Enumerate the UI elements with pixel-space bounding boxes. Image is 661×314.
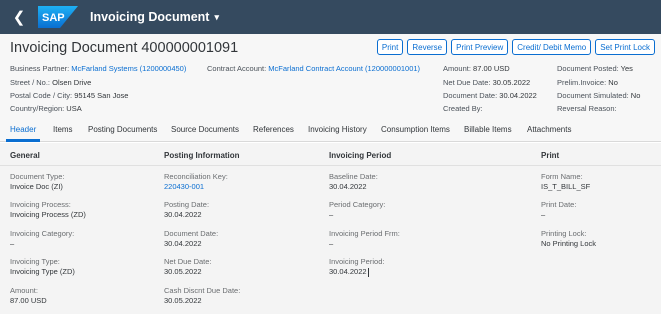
baseline-date-label: Baseline Date: xyxy=(329,172,378,181)
business-partner-attr: Business Partner: McFarland Systems (120… xyxy=(10,64,187,73)
country-attr: Country/Region: USA xyxy=(10,104,82,113)
section-title-period: Invoicing Period xyxy=(329,151,392,160)
document-type-label: Document Type: xyxy=(10,172,65,181)
business-partner-link[interactable]: McFarland Systems (1200000450) xyxy=(71,64,186,73)
invoicing-type-value: Invoicing Type (ZD) xyxy=(10,267,75,276)
amount-value: 87.00 USD xyxy=(10,296,47,305)
section-title-general: General xyxy=(10,151,40,160)
prelim-invoice-attr: Prelim.Invoice: No xyxy=(557,78,618,87)
cash-discount-due-date-value: 30.05.2022 xyxy=(164,296,202,305)
tab-posting-documents[interactable]: Posting Documents xyxy=(88,125,157,134)
net-due-date-label: Net Due Date: xyxy=(164,257,212,266)
app-title-menu[interactable]: Invoicing Document ▾ xyxy=(90,10,219,24)
print-button[interactable]: Print xyxy=(376,39,404,55)
section-title-print: Print xyxy=(541,151,560,160)
header-tab-content: General Posting Information Invoicing Pe… xyxy=(0,143,661,314)
reverse-button[interactable]: Reverse xyxy=(407,39,448,55)
created-by-attr: Created By: xyxy=(443,104,483,113)
reconciliation-key-label: Reconciliation Key: xyxy=(164,172,228,181)
active-tab-indicator xyxy=(6,139,40,142)
invoicing-category-value: – xyxy=(10,239,15,248)
set-print-lock-button[interactable]: Set Print Lock xyxy=(595,39,655,55)
header-actions: Print Reverse Print Preview Credit/ Debi… xyxy=(376,39,655,55)
text-cursor xyxy=(367,267,369,277)
tab-bar: Header Items Posting Documents Source Do… xyxy=(0,120,661,142)
document-posted-attr: Document Posted: Yes xyxy=(557,64,633,73)
period-category-label: Period Category: xyxy=(329,200,386,209)
net-due-date-attr: Net Due Date: 30.05.2022 xyxy=(443,78,531,87)
document-type-value: Invoice Doc (ZI) xyxy=(10,182,63,191)
printing-lock-value: No Printing Lock xyxy=(541,239,597,248)
svg-text:SAP: SAP xyxy=(42,12,65,24)
tab-source-documents[interactable]: Source Documents xyxy=(171,125,239,134)
document-date-attr: Document Date: 30.04.2022 xyxy=(443,91,537,100)
print-date-value: – xyxy=(541,210,546,219)
tab-invoicing-history[interactable]: Invoicing History xyxy=(308,125,367,134)
document-date-value: 30.04.2022 xyxy=(164,239,202,248)
form-name-value: IS_T_BILL_SF xyxy=(541,182,591,191)
sap-logo[interactable]: SAP xyxy=(38,6,78,28)
street-attr: Street / No.: Olsen Drive xyxy=(10,78,92,87)
posting-date-value: 30.04.2022 xyxy=(164,210,202,219)
chevron-down-icon: ▾ xyxy=(214,11,219,22)
invoicing-process-label: Invoicing Process: xyxy=(10,200,71,209)
print-date-label: Print Date: xyxy=(541,200,577,209)
page-title: Invoicing Document 400000001091 xyxy=(10,40,239,56)
amount-label: Amount: xyxy=(10,286,38,295)
period-category-value: – xyxy=(329,210,334,219)
invoicing-process-value: Invoicing Process (ZD) xyxy=(10,210,86,219)
print-preview-button[interactable]: Print Preview xyxy=(451,39,509,55)
invoicing-period-label: Invoicing Period: xyxy=(329,257,385,266)
divider xyxy=(0,165,661,166)
tab-header[interactable]: Header xyxy=(10,125,36,134)
invoicing-period-from-value: – xyxy=(329,239,334,248)
cash-discount-due-date-label: Cash Discnt Due Date: xyxy=(164,286,241,295)
document-date-label: Document Date: xyxy=(164,229,219,238)
net-due-date-value: 30.05.2022 xyxy=(164,267,202,276)
contract-account-link[interactable]: McFarland Contract Account (120000001001… xyxy=(268,64,420,73)
tab-references[interactable]: References xyxy=(253,125,294,134)
invoicing-category-label: Invoicing Category: xyxy=(10,229,75,238)
form-name-label: Form Name: xyxy=(541,172,583,181)
invoicing-period-from-label: Invoicing Period Frm: xyxy=(329,229,400,238)
back-arrow-icon[interactable]: ❮ xyxy=(6,0,32,34)
amount-attr: Amount: 87.00 USD xyxy=(443,64,510,73)
baseline-date-value: 30.04.2022 xyxy=(329,182,367,191)
reconciliation-key-link[interactable]: 220430-001 xyxy=(164,182,204,191)
contract-account-attr: Contract Account: McFarland Contract Acc… xyxy=(207,64,421,73)
postal-city-attr: Postal Code / City: 95145 San Jose xyxy=(10,91,129,100)
tab-items[interactable]: Items xyxy=(53,125,73,134)
tab-attachments[interactable]: Attachments xyxy=(527,125,571,134)
object-header: Invoicing Document 400000001091 Print Re… xyxy=(0,34,661,120)
invoicing-type-label: Invoicing Type: xyxy=(10,257,60,266)
tab-consumption-items[interactable]: Consumption Items xyxy=(381,125,450,134)
document-simulated-attr: Document Simulated: No xyxy=(557,91,641,100)
invoicing-period-value: 30.04.2022 xyxy=(329,267,369,277)
credit-debit-memo-button[interactable]: Credit/ Debit Memo xyxy=(512,39,592,55)
posting-date-label: Posting Date: xyxy=(164,200,210,209)
reversal-reason-attr: Reversal Reason: xyxy=(557,104,617,113)
tab-billable-items[interactable]: Billable Items xyxy=(464,125,512,134)
printing-lock-label: Printing Lock: xyxy=(541,229,587,238)
section-title-posting: Posting Information xyxy=(164,151,240,160)
app-title: Invoicing Document xyxy=(90,10,210,24)
shell-bar: ❮ SAP Invoicing Document ▾ xyxy=(0,0,661,34)
